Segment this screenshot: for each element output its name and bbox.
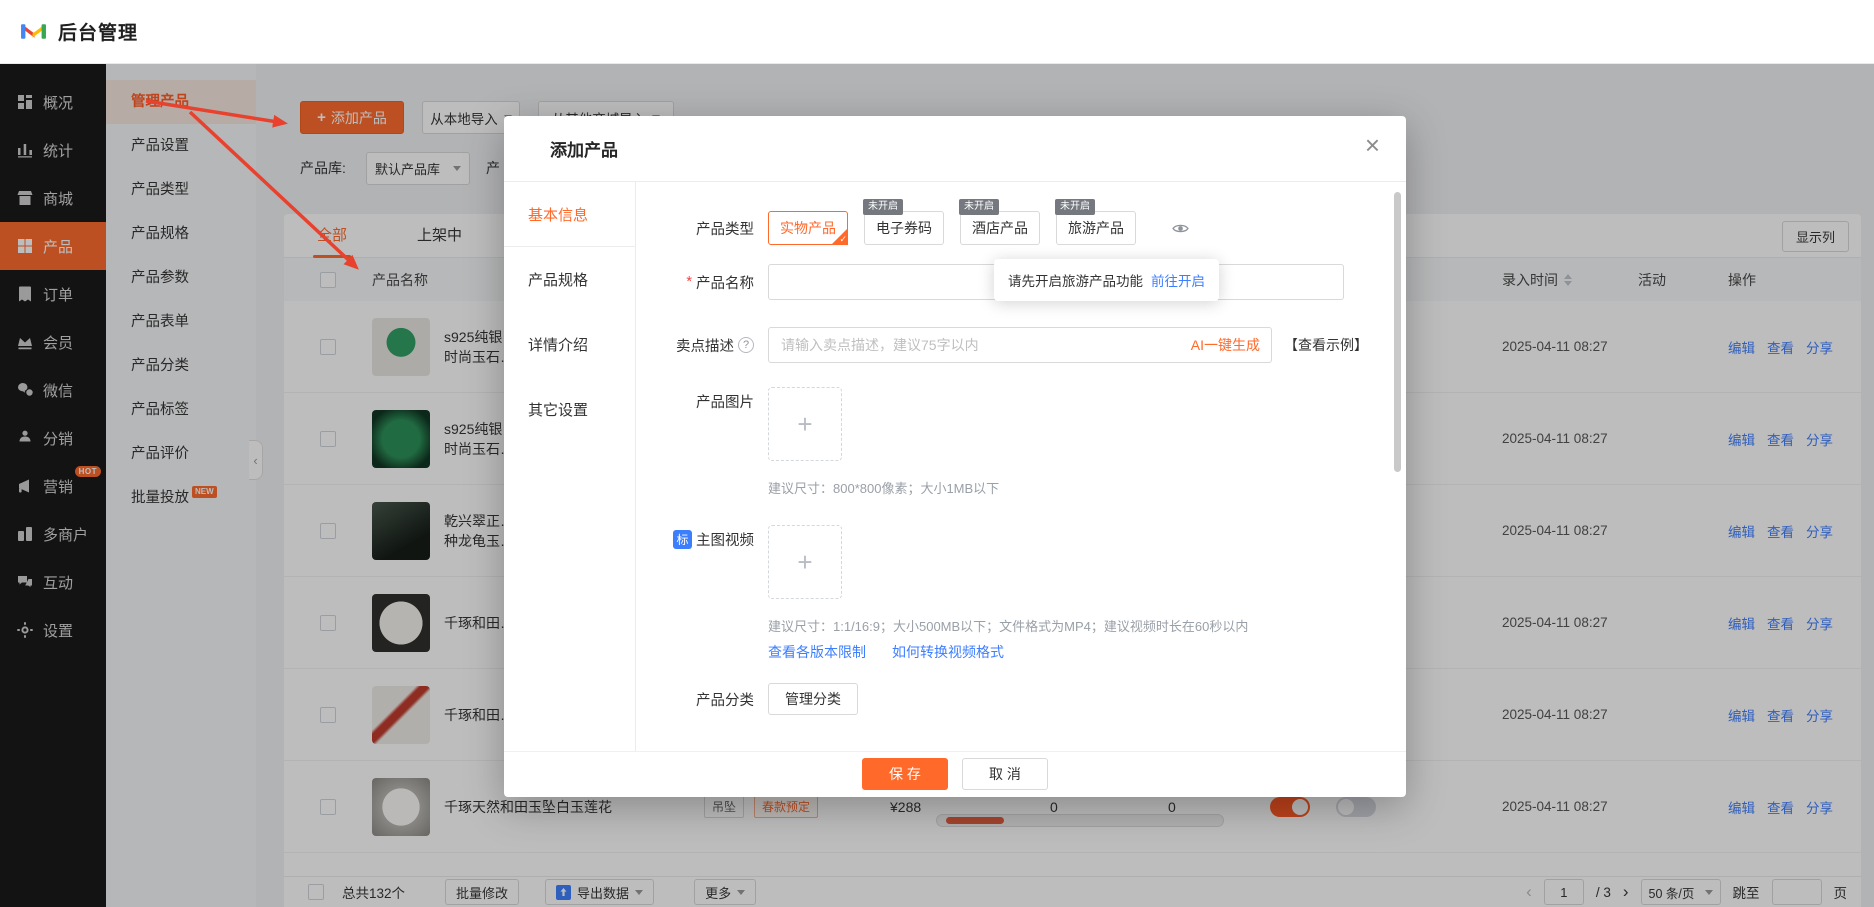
app-title: 后台管理: [58, 18, 138, 45]
product-category-label: 产品分类: [636, 689, 754, 710]
not-enabled-badge: 未开启: [863, 199, 903, 215]
check-icon: ✓: [839, 234, 847, 245]
type-label: 电子券码: [876, 218, 932, 238]
modal-nav: 基本信息 产品规格 详情介绍 其它设置: [504, 182, 636, 751]
modal-footer: 保 存 取 消: [504, 751, 1406, 796]
enable-link[interactable]: 前往开启: [1151, 270, 1205, 290]
modal-tab-product-specs[interactable]: 产品规格: [504, 247, 635, 312]
selling-point-label: 卖点描述: [676, 335, 734, 356]
modal-scrollbar-thumb[interactable]: [1394, 192, 1401, 472]
modal-title: 添加产品: [550, 136, 618, 161]
type-label: 旅游产品: [1068, 218, 1124, 238]
type-label: 实物产品: [780, 218, 836, 238]
view-example-link[interactable]: 【查看示例】: [1284, 335, 1368, 355]
cancel-button[interactable]: 取 消: [962, 758, 1048, 790]
modal-tab-details[interactable]: 详情介绍: [504, 312, 635, 377]
type-hotel-button[interactable]: 未开启 酒店产品: [960, 211, 1040, 245]
save-button[interactable]: 保 存: [862, 758, 948, 790]
close-icon[interactable]: ×: [1365, 132, 1380, 158]
upload-plus-icon: +: [797, 547, 812, 578]
product-type-label: 产品类型: [636, 218, 754, 239]
upload-plus-icon: +: [797, 409, 812, 440]
help-icon[interactable]: ?: [738, 337, 754, 353]
top-bar: 后台管理: [0, 0, 1874, 64]
manage-categories-button[interactable]: 管理分类: [768, 683, 858, 715]
type-travel-button[interactable]: 未开启 旅游产品: [1056, 211, 1136, 245]
page: 后台管理 概况 统计 商城 产品 订单 会员 微信: [0, 0, 1874, 907]
not-enabled-badge: 未开启: [959, 199, 999, 215]
mark-badge: 标: [673, 530, 692, 549]
version-limits-link[interactable]: 查看各版本限制: [768, 642, 866, 662]
image-size-hint: 建议尺寸：800*800像素；大小1MB以下: [768, 478, 999, 497]
main-video-label: 主图视频: [696, 529, 754, 550]
modal-tab-basic-info[interactable]: 基本信息: [504, 182, 635, 247]
add-product-modal: 添加产品 × 基本信息 产品规格 详情介绍 其它设置 产品类型 实物产品 ✓: [504, 116, 1406, 797]
required-mark: *: [686, 274, 692, 290]
image-upload-box[interactable]: +: [768, 387, 842, 461]
type-label: 酒店产品: [972, 218, 1028, 238]
modal-form: 产品类型 实物产品 ✓ 未开启 电子券码 未开启: [636, 182, 1406, 751]
eye-icon[interactable]: [1172, 222, 1189, 235]
convert-format-link[interactable]: 如何转换视频格式: [892, 642, 1004, 662]
gmail-m-logo-icon: [20, 21, 47, 42]
product-images-label: 产品图片: [636, 391, 754, 412]
tooltip-text: 请先开启旅游产品功能: [1008, 270, 1143, 290]
video-upload-box[interactable]: +: [768, 525, 842, 599]
modal-body: 基本信息 产品规格 详情介绍 其它设置 产品类型 实物产品 ✓ 未开启: [504, 182, 1406, 751]
video-size-hint: 建议尺寸：1:1/16:9；大小500MB以下；文件格式为MP4；建议视频时长在…: [768, 616, 1248, 635]
ai-generate-link[interactable]: AI一键生成: [1191, 327, 1260, 363]
product-name-label: 产品名称: [696, 272, 754, 293]
type-physical-button[interactable]: 实物产品 ✓: [768, 211, 848, 245]
not-enabled-badge: 未开启: [1055, 199, 1095, 215]
travel-product-tooltip: 请先开启旅游产品功能 前往开启: [994, 259, 1219, 301]
modal-header: 添加产品 ×: [504, 116, 1406, 182]
modal-tab-other-settings[interactable]: 其它设置: [504, 377, 635, 442]
type-evoucher-button[interactable]: 未开启 电子券码: [864, 211, 944, 245]
